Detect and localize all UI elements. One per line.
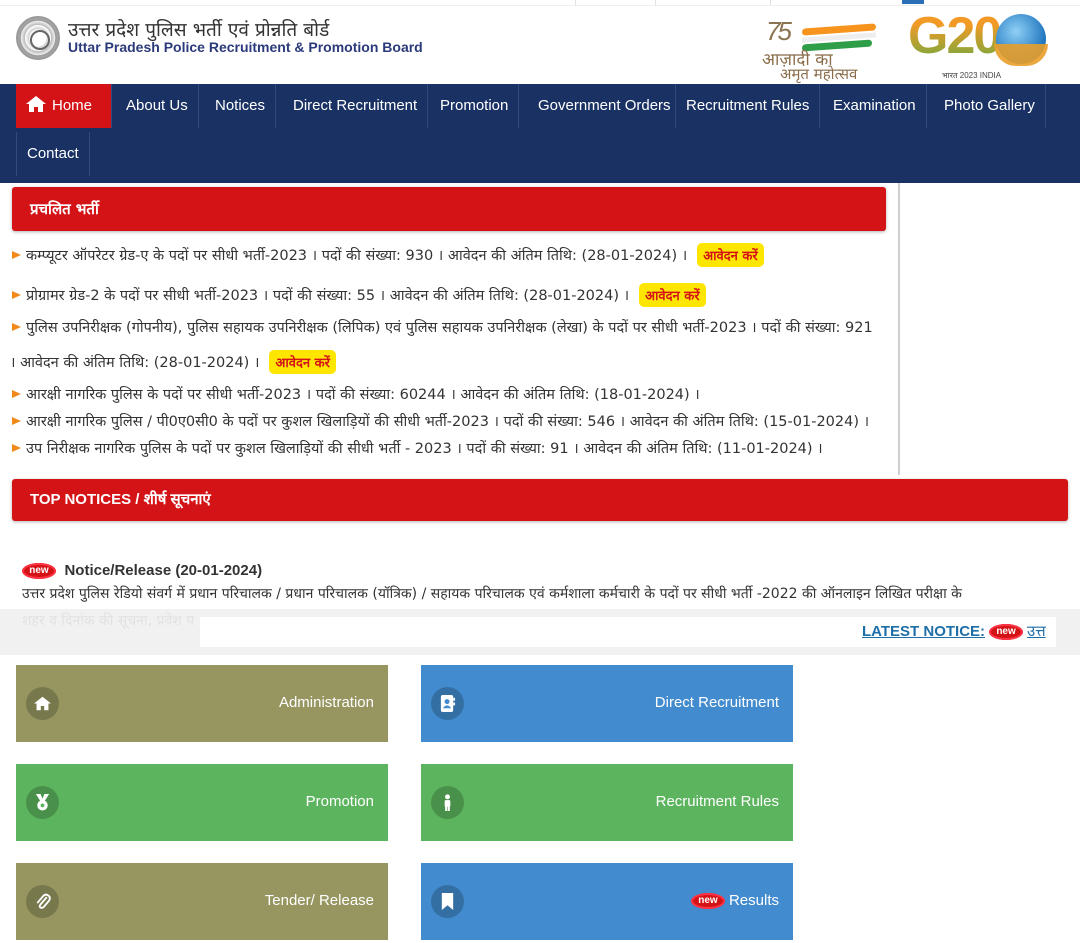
recruitment-item[interactable]: पुलिस उपनिरीक्षक (गोपनीय), पुलिस सहायक उ…: [12, 317, 873, 337]
tile-label: Recruitment Rules: [655, 793, 779, 810]
apply-button[interactable]: आवेदन करें: [269, 350, 336, 374]
recruitment-item[interactable]: उप निरीक्षक नागरिक पुलिस के पदों पर कुशल…: [12, 438, 823, 458]
current-recruitment-panel: प्रचलित भर्ती कम्प्यूटर ऑपरेटर ग्रेड-ए क…: [0, 183, 900, 475]
azadi-logo-line2: अमृत महोत्सव: [780, 65, 858, 83]
latest-notice-marquee[interactable]: LATEST NOTICE: new उत्त: [200, 617, 1056, 647]
nav-item-photo-gallery[interactable]: Photo Gallery: [934, 84, 1046, 128]
tile-administration[interactable]: Administration: [16, 665, 388, 742]
medal-icon: [26, 786, 59, 819]
recruitment-item-text: । आवेदन की अंतिम तिथि: (28-01-2024) ।: [10, 355, 260, 371]
home-icon: [26, 687, 59, 720]
recruitment-item[interactable]: प्रोग्रामर ग्रेड-2 के पदों पर सीधी भर्ती…: [12, 283, 706, 307]
new-badge: new: [22, 562, 56, 579]
contact-book-icon: [431, 687, 464, 720]
main-navigation: Home About Us Notices Direct Recruitment…: [0, 84, 1080, 183]
person-icon: [431, 786, 464, 819]
bullet-arrow-icon: [12, 444, 21, 452]
tile-tender-release[interactable]: Tender/ Release: [16, 863, 388, 940]
notice-text-line1: उत्तर प्रदेश पुलिस रेडियो संवर्ग में प्र…: [22, 586, 962, 602]
recruitment-item-text: कम्प्यूटर ऑपरेटर ग्रेड-ए के पदों पर सीधी…: [26, 248, 688, 264]
recruitment-item-text: आरक्षी नागरिक पुलिस के पदों पर सीधी भर्त…: [26, 387, 700, 403]
nav-item-direct-recruitment[interactable]: Direct Recruitment: [283, 84, 429, 128]
recruitment-item[interactable]: आरक्षी नागरिक पुलिस के पदों पर सीधी भर्त…: [12, 384, 700, 404]
tile-promotion[interactable]: Promotion: [16, 764, 388, 841]
nav-item-label: Home: [52, 97, 93, 114]
tile-direct-recruitment[interactable]: Direct Recruitment: [421, 665, 793, 742]
recruitment-item-text: उप निरीक्षक नागरिक पुलिस के पदों पर कुशल…: [26, 441, 823, 457]
new-badge: new: [989, 624, 1024, 641]
tile-label: Direct Recruitment: [654, 694, 779, 711]
current-recruitment-heading: प्रचलित भर्ती: [12, 187, 886, 231]
top-strip-segment: [655, 0, 770, 5]
apply-button[interactable]: आवेदन करें: [639, 283, 706, 307]
tile-label: Administration: [278, 694, 374, 711]
top-notices-heading: TOP NOTICES / शीर्ष सूचनाएं: [12, 479, 1068, 521]
tile-label-wrap: new Results: [690, 892, 779, 910]
recruitment-item-text: प्रोग्रामर ग्रेड-2 के पदों पर सीधी भर्ती…: [26, 288, 630, 304]
g20-logo-text: G20: [908, 7, 1002, 65]
recruitment-item[interactable]: कम्प्यूटर ऑपरेटर ग्रेड-ए के पदों पर सीधी…: [12, 243, 764, 267]
recruitment-item-text: पुलिस उपनिरीक्षक (गोपनीय), पुलिस सहायक उ…: [26, 320, 873, 336]
site-title-english: Uttar Pradesh Police Recruitment & Promo…: [68, 39, 423, 55]
nav-item-about-us[interactable]: About Us: [116, 84, 199, 128]
tile-label: Promotion: [305, 793, 374, 810]
nav-item-recruitment-rules[interactable]: Recruitment Rules: [676, 84, 821, 128]
bullet-arrow-icon: [12, 291, 21, 299]
azadi-ka-amrit-mahotsav-logo: 75 आज़ादी का अमृत महोत्सव: [760, 14, 890, 84]
bullet-arrow-icon: [12, 417, 21, 425]
paperclip-icon: [26, 885, 59, 918]
tile-label: Results: [728, 892, 779, 909]
nav-item-examination[interactable]: Examination: [823, 84, 927, 128]
recruitment-item[interactable]: आरक्षी नागरिक पुलिस / पी0ए0सी0 के पदों प…: [12, 411, 869, 431]
recruitment-item-text: आरक्षी नागरिक पुलिस / पी0ए0सी0 के पदों प…: [26, 414, 870, 430]
latest-notice-text: उत्त: [1027, 622, 1046, 640]
site-header: उत्तर प्रदेश पुलिस भर्ती एवं प्रोन्नति ब…: [0, 6, 1080, 84]
top-strip-active-marker: [902, 0, 924, 4]
apply-button[interactable]: आवेदन करें: [697, 243, 764, 267]
azadi-logo-number: 75: [766, 16, 792, 46]
notice-title[interactable]: Notice/Release (20-01-2024): [64, 562, 262, 579]
bookmark-icon: [431, 885, 464, 918]
nav-item-government-orders[interactable]: Government Orders: [528, 84, 676, 128]
nav-item-home[interactable]: Home: [16, 84, 112, 128]
new-badge: new: [690, 893, 725, 910]
g20-logo-subtitle: भारत 2023 INDIA: [942, 71, 1002, 80]
tile-label: Tender/ Release: [264, 892, 374, 909]
bullet-arrow-icon: [12, 323, 21, 331]
upprpb-emblem-logo[interactable]: [16, 16, 60, 60]
tile-results[interactable]: new Results: [421, 863, 793, 940]
lotus-icon: [994, 44, 1048, 66]
top-strip-segment: [770, 0, 860, 5]
latest-notice-link[interactable]: LATEST NOTICE: new उत्त: [862, 621, 1046, 641]
nav-item-notices[interactable]: Notices: [205, 84, 277, 128]
top-strip-segment: [575, 0, 655, 5]
nav-item-contact[interactable]: Contact: [16, 132, 90, 176]
recruitment-item-continuation[interactable]: । आवेदन की अंतिम तिथि: (28-01-2024) । आवे…: [10, 350, 336, 374]
bullet-arrow-icon: [12, 390, 21, 398]
g20-logo: G20 भारत 2023 INDIA: [906, 7, 1056, 87]
latest-notice-bar: LATEST NOTICE: new उत्त: [0, 609, 1080, 655]
home-icon: [26, 86, 46, 112]
nav-item-promotion[interactable]: Promotion: [430, 84, 520, 128]
bullet-arrow-icon: [12, 251, 21, 259]
tile-recruitment-rules[interactable]: Recruitment Rules: [421, 764, 793, 841]
latest-notice-label: LATEST NOTICE:: [862, 623, 986, 640]
